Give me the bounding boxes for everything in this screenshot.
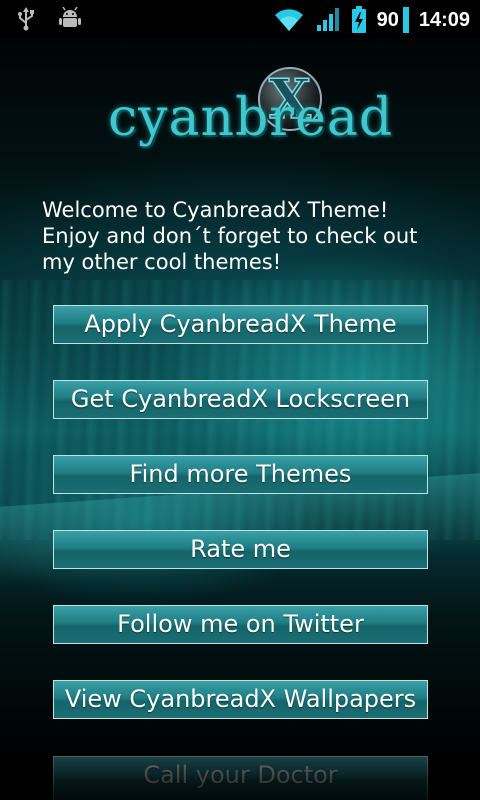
app-screen: 90 14:09 X cyanbread Welcome to Cyanbrea… xyxy=(0,0,480,800)
rate-me-button[interactable]: Rate me xyxy=(53,530,428,569)
apply-theme-button[interactable]: Apply CyanbreadX Theme xyxy=(53,305,428,344)
welcome-message: Welcome to CyanbreadX Theme! Enjoy and d… xyxy=(42,198,418,274)
call-your-doctor-button[interactable]: Call your Doctor xyxy=(53,756,428,800)
battery-charging-icon xyxy=(351,6,367,34)
usb-icon xyxy=(16,7,36,31)
status-bar: 90 14:09 xyxy=(0,0,480,38)
wifi-icon xyxy=(273,7,305,33)
follow-twitter-button[interactable]: Follow me on Twitter xyxy=(53,605,428,644)
battery-level: 90 xyxy=(376,8,399,31)
android-debug-icon xyxy=(58,7,82,31)
battery-level-bar-icon xyxy=(402,7,409,33)
view-wallpapers-button[interactable]: View CyanbreadX Wallpapers xyxy=(53,680,428,719)
find-more-themes-button[interactable]: Find more Themes xyxy=(53,455,428,494)
logo-wordmark: cyanbread xyxy=(108,88,394,148)
get-lockscreen-button[interactable]: Get CyanbreadX Lockscreen xyxy=(53,380,428,419)
signal-icon xyxy=(315,7,341,33)
status-time: 14:09 xyxy=(418,8,470,31)
